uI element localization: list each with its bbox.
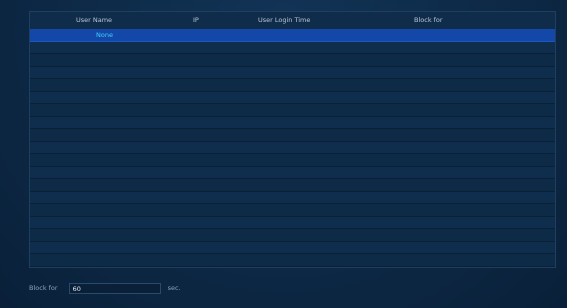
table-row[interactable] xyxy=(30,129,555,142)
table-row[interactable] xyxy=(30,104,555,117)
table-row[interactable]: None xyxy=(30,29,555,42)
table-row[interactable] xyxy=(30,254,555,267)
table-row[interactable] xyxy=(30,166,555,179)
table-row[interactable] xyxy=(30,191,555,204)
table-row[interactable] xyxy=(30,241,555,254)
table-row[interactable] xyxy=(30,179,555,192)
table-row[interactable] xyxy=(30,141,555,154)
table-row[interactable] xyxy=(30,216,555,229)
table-body: None xyxy=(30,29,555,267)
table-row[interactable] xyxy=(30,54,555,67)
table-row[interactable] xyxy=(30,79,555,92)
column-header-ip[interactable]: IP xyxy=(193,16,199,24)
table-header: User Name IP User Login Time Block for xyxy=(30,12,555,30)
table-row[interactable] xyxy=(30,204,555,217)
column-header-user-name[interactable]: User Name xyxy=(76,16,112,24)
table-row[interactable] xyxy=(30,66,555,79)
table-row[interactable] xyxy=(30,154,555,167)
table-row[interactable] xyxy=(30,116,555,129)
seconds-unit-label: sec. xyxy=(167,284,181,292)
cell-user-name: None xyxy=(96,31,113,39)
online-users-table: User Name IP User Login Time Block for N… xyxy=(29,11,556,268)
block-for-label: Block for xyxy=(29,284,58,292)
block-duration-bar: Block for 60 sec. xyxy=(29,281,181,295)
column-header-block-for[interactable]: Block for xyxy=(414,16,443,24)
table-row[interactable] xyxy=(30,91,555,104)
table-row[interactable] xyxy=(30,41,555,54)
table-row[interactable] xyxy=(30,229,555,242)
block-for-input[interactable]: 60 xyxy=(68,282,161,294)
column-header-user-login-time[interactable]: User Login Time xyxy=(258,16,310,24)
